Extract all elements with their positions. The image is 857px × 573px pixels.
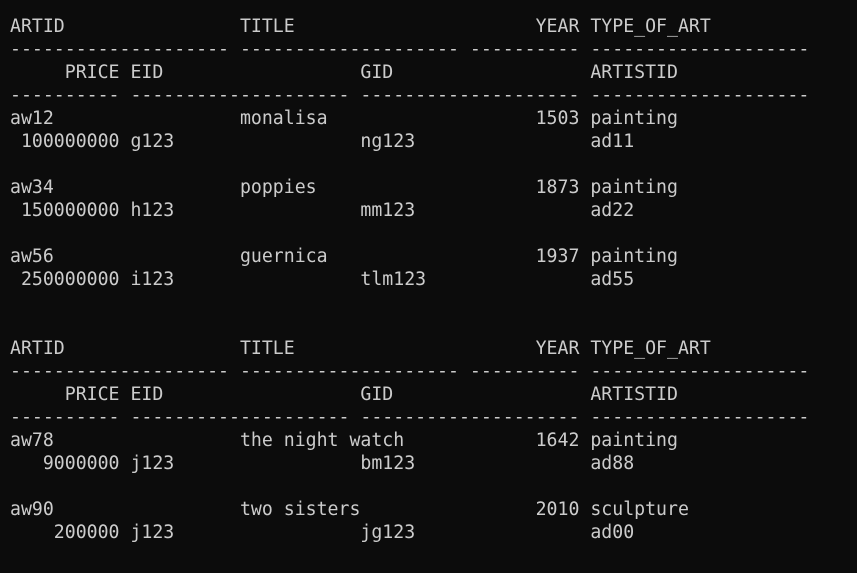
- header-line: PRICE EID GID ARTISTID: [10, 62, 678, 83]
- separator-line: -------------------- -------------------…: [10, 361, 810, 382]
- separator-line: ---------- -------------------- --------…: [10, 85, 810, 106]
- result-row-line: aw90 two sisters 2010 sculpture: [10, 499, 689, 520]
- header-line: PRICE EID GID ARTISTID: [10, 384, 678, 405]
- terminal-output[interactable]: ARTID TITLE YEAR TYPE_OF_ART -----------…: [0, 0, 857, 573]
- result-row-line: 100000000 g123 ng123 ad11: [10, 131, 635, 152]
- result-row-line: 9000000 j123 bm123 ad88: [10, 453, 635, 474]
- result-row-line: aw12 monalisa 1503 painting: [10, 108, 678, 129]
- result-row-line: 150000000 h123 mm123 ad22: [10, 200, 635, 221]
- result-row-line: aw56 guernica 1937 painting: [10, 246, 678, 267]
- result-row-line: 200000 j123 jg123 ad00: [10, 522, 635, 543]
- header-line: ARTID TITLE YEAR TYPE_OF_ART: [10, 338, 711, 359]
- result-row-line: aw34 poppies 1873 painting: [10, 177, 678, 198]
- separator-line: -------------------- -------------------…: [10, 39, 810, 60]
- result-row-line: 250000000 i123 tlm123 ad55: [10, 269, 635, 290]
- separator-line: ---------- -------------------- --------…: [10, 407, 810, 428]
- result-row-line: aw78 the night watch 1642 painting: [10, 430, 678, 451]
- header-line: ARTID TITLE YEAR TYPE_OF_ART: [10, 16, 711, 37]
